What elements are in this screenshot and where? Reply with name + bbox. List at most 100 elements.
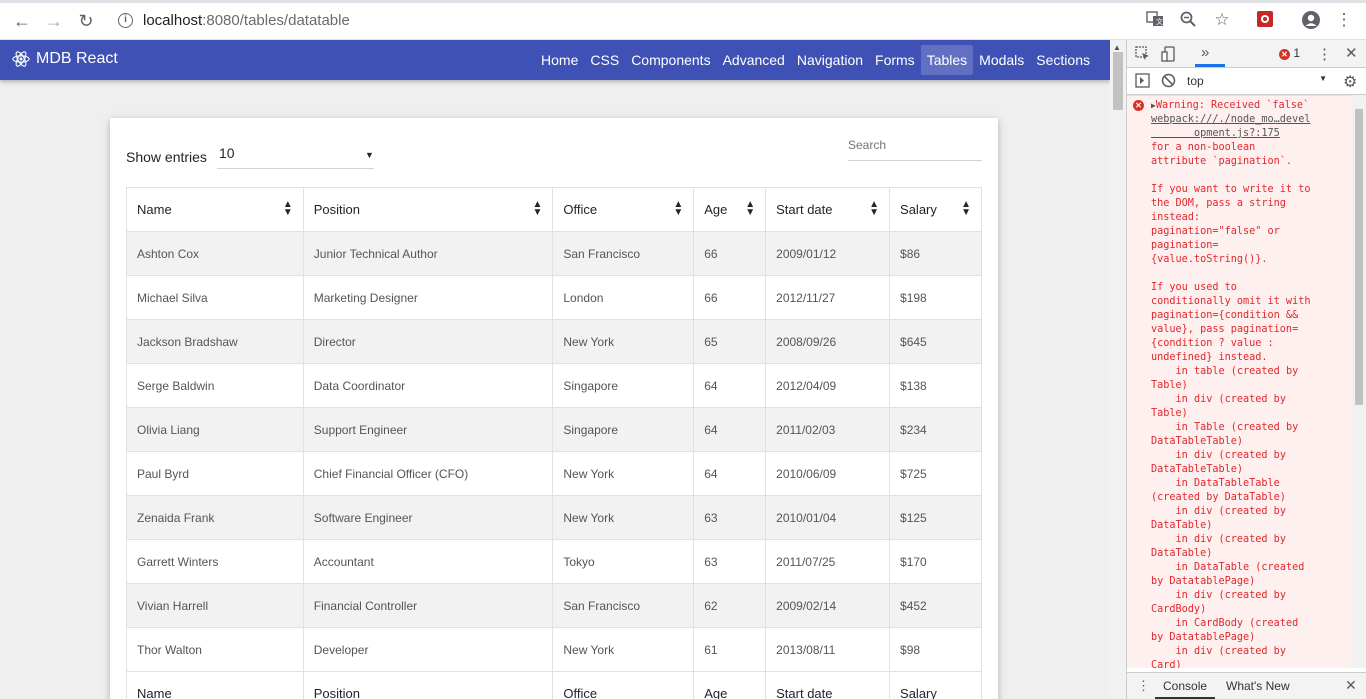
cell-start-date: 2012/11/27 — [765, 275, 891, 320]
column-header-position[interactable]: Position ▲ ▼ — [302, 187, 554, 232]
devtools-menu-icon[interactable]: ⋮ — [1317, 45, 1332, 63]
column-header-salary[interactable]: Salary ▲ ▼ — [889, 187, 982, 232]
device-toolbar-icon[interactable] — [1161, 46, 1177, 65]
table-row[interactable]: Michael Silva Marketing Designer London 66 2… — [126, 275, 982, 320]
console-source-link[interactable]: webpack:///./node_mo…devel opment.js?:17… — [1151, 114, 1310, 139]
column-header-label: Age — [704, 202, 728, 217]
devtools-toolbar: » ✕ 1 ⋮ ✕ — [1127, 40, 1366, 68]
profile-avatar-icon[interactable] — [1301, 10, 1321, 30]
table-row[interactable]: Serge Baldwin Data Coordinator Singapore 64… — [126, 363, 982, 408]
brand-name: MDB React — [36, 50, 118, 67]
nav-modals[interactable]: Modals — [973, 45, 1030, 75]
site-info-icon[interactable]: i — [118, 13, 133, 28]
column-header-name[interactable]: Name ▲ ▼ — [126, 187, 304, 232]
footer-header-age: Age — [693, 671, 767, 699]
more-tabs-button[interactable]: » — [1201, 44, 1209, 61]
reload-icon[interactable]: ↻ — [74, 9, 98, 33]
console-scroll-thumb[interactable] — [1355, 109, 1363, 405]
console-message[interactable]: ▶Warning: Received `false` webpack:///./… — [1151, 99, 1347, 668]
clear-console-icon[interactable] — [1161, 73, 1176, 91]
nav-forms[interactable]: Forms — [869, 45, 921, 75]
column-header-label: Office — [563, 202, 598, 217]
table-row[interactable]: Zenaida Frank Software Engineer New York 63… — [126, 495, 982, 540]
drawer-menu-icon[interactable]: ⋮ — [1137, 678, 1150, 694]
error-counter[interactable]: ✕ 1 — [1279, 46, 1300, 60]
search-input[interactable]: Search — [848, 136, 982, 161]
close-devtools-icon[interactable]: ✕ — [1345, 44, 1358, 62]
table-row[interactable]: Paul Byrd Chief Financial Officer (CFO) Ne… — [126, 451, 982, 496]
cell-office: London — [552, 275, 695, 320]
back-icon[interactable]: ← — [10, 9, 34, 33]
entries-select[interactable]: 10 ▼ — [216, 144, 374, 169]
show-entries: Show entries 10 ▼ — [126, 144, 374, 169]
page-viewport: MDB React Home CSS Components Advanced N… — [0, 40, 1110, 699]
page-scrollbar[interactable]: ▲ — [1110, 40, 1126, 699]
cell-start-date: 2012/04/09 — [765, 363, 891, 408]
nav-sections[interactable]: Sections — [1030, 45, 1096, 75]
footer-header-position: Position — [302, 671, 554, 699]
cell-office: New York — [552, 495, 695, 540]
cell-name: Zenaida Frank — [126, 495, 304, 540]
cell-position: Marketing Designer — [302, 275, 554, 320]
cell-salary: $86 — [889, 231, 982, 276]
zoom-icon[interactable] — [1178, 10, 1198, 30]
cell-age: 64 — [693, 363, 767, 408]
table-row[interactable]: Thor Walton Developer New York 61 2013/08/11… — [126, 627, 982, 672]
nav-components[interactable]: Components — [625, 45, 716, 75]
column-header-office[interactable]: Office ▲ ▼ — [552, 187, 695, 232]
table-row[interactable]: Ashton Cox Junior Technical Author San Fra… — [126, 231, 982, 276]
nav-advanced[interactable]: Advanced — [717, 45, 791, 75]
url-path: :8080/tables/datatable — [202, 12, 350, 29]
cell-office: Tokyo — [552, 539, 695, 584]
page-scroll-thumb[interactable] — [1113, 52, 1123, 110]
drawer-tab-whats-new[interactable]: What's New — [1226, 679, 1290, 693]
close-drawer-icon[interactable]: ✕ — [1345, 677, 1357, 694]
cell-position: Accountant — [302, 539, 554, 584]
translate-icon[interactable]: 文 — [1145, 10, 1165, 30]
column-header-start-date[interactable]: Start date ▲ ▼ — [765, 187, 891, 232]
cell-start-date: 2011/02/03 — [765, 407, 891, 452]
cell-name: Vivian Harrell — [126, 583, 304, 628]
context-select[interactable]: top ▼ — [1187, 74, 1327, 88]
nav-css[interactable]: CSS — [584, 45, 625, 75]
cell-age: 66 — [693, 275, 767, 320]
table-row[interactable]: Vivian Harrell Financial Controller San Fr… — [126, 583, 982, 628]
table-row[interactable]: Jackson Bradshaw Director New York 65 2008/0… — [126, 319, 982, 364]
table-row[interactable]: Garrett Winters Accountant Tokyo 63 2011/07/… — [126, 539, 982, 584]
sidebar-toggle-icon[interactable] — [1135, 73, 1150, 91]
footer-header-office: Office — [552, 671, 695, 699]
cell-salary: $198 — [889, 275, 982, 320]
cell-name: Michael Silva — [126, 275, 304, 320]
error-icon: ✕ — [1279, 49, 1290, 60]
drawer-tab-console[interactable]: Console — [1163, 679, 1207, 693]
cell-start-date: 2011/07/25 — [765, 539, 891, 584]
cell-start-date: 2009/02/14 — [765, 583, 891, 628]
column-header-age[interactable]: Age ▲ ▼ — [693, 187, 767, 232]
chrome-menu-icon[interactable]: ⋮ — [1334, 10, 1354, 30]
cell-age: 64 — [693, 451, 767, 496]
cell-position: Support Engineer — [302, 407, 554, 452]
forward-icon[interactable]: → — [42, 9, 66, 33]
sort-icon: ▲ ▼ — [745, 199, 756, 218]
address-bar[interactable]: i localhost:8080/tables/datatable — [108, 6, 1148, 36]
cell-position: Software Engineer — [302, 495, 554, 540]
navbar-brand[interactable]: MDB React — [12, 50, 118, 68]
bookmark-star-icon[interactable]: ☆ — [1212, 10, 1232, 30]
caret-down-icon: ▼ — [1319, 74, 1327, 83]
console-scrollbar[interactable] — [1351, 95, 1366, 668]
cell-office: San Francisco — [552, 231, 695, 276]
extension-icon[interactable] — [1255, 10, 1275, 30]
error-icon: ✕ — [1133, 100, 1144, 111]
table-row[interactable]: Olivia Liang Support Engineer Singapore 64 2… — [126, 407, 982, 452]
nav-tables[interactable]: Tables — [920, 45, 974, 75]
cell-start-date: 2010/06/09 — [765, 451, 891, 496]
cell-start-date: 2010/01/04 — [765, 495, 891, 540]
inspect-element-icon[interactable] — [1135, 46, 1151, 65]
console-settings-gear-icon[interactable]: ⚙ — [1343, 72, 1357, 92]
cell-name: Garrett Winters — [126, 539, 304, 584]
nav-navigation[interactable]: Navigation — [791, 45, 869, 75]
scroll-up-icon[interactable]: ▲ — [1113, 43, 1121, 52]
sort-icon: ▲ ▼ — [532, 199, 543, 218]
cell-position: Developer — [302, 627, 554, 672]
nav-home[interactable]: Home — [535, 45, 584, 75]
